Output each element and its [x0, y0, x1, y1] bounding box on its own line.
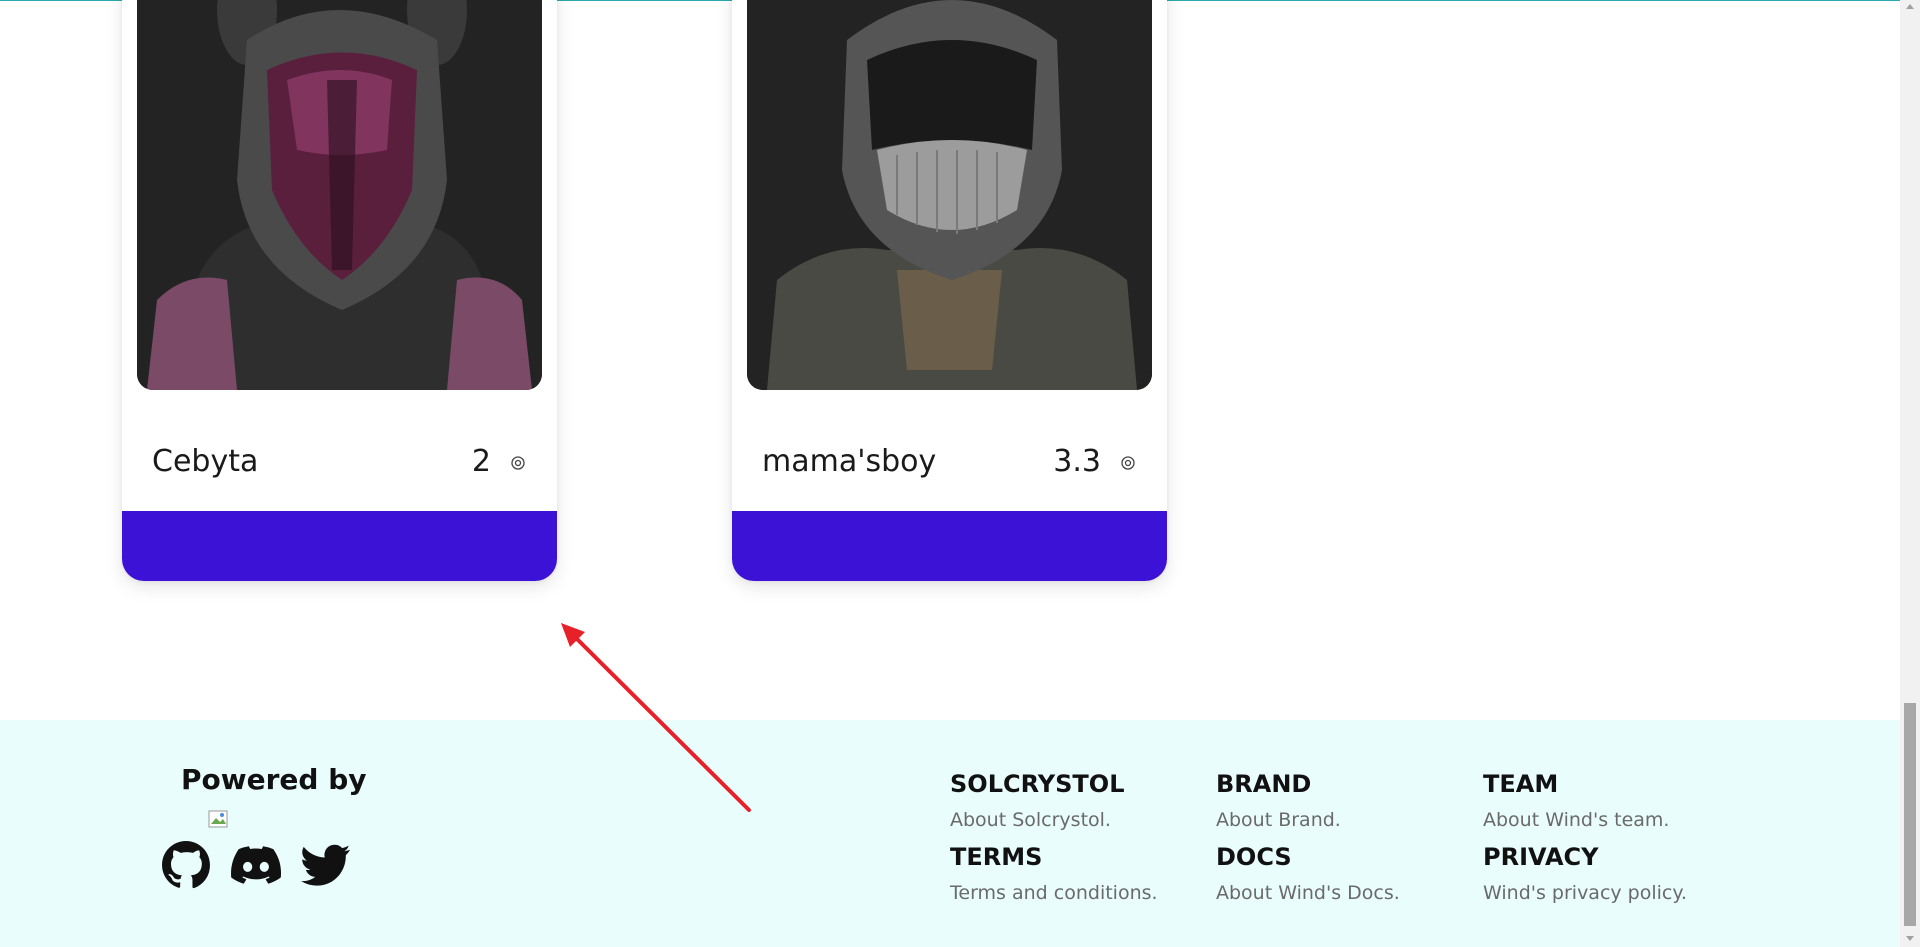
scroll-up-icon[interactable] [1906, 4, 1914, 9]
annotation-arrow [561, 623, 751, 812]
scroll-down-icon[interactable] [1906, 936, 1914, 941]
scrollbar-thumb[interactable] [1904, 703, 1916, 926]
